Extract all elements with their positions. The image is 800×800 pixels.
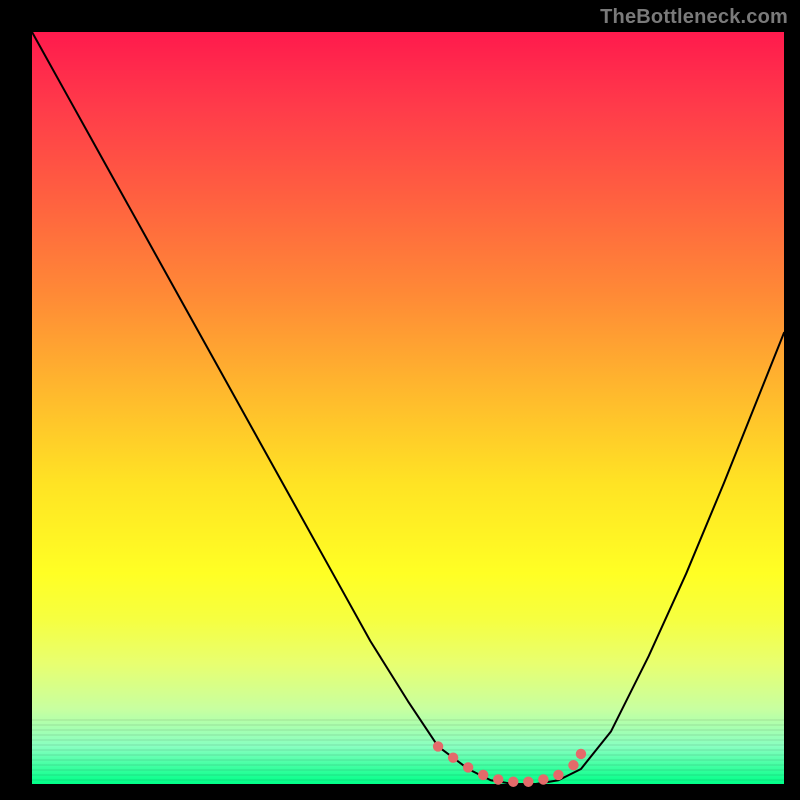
- highlight-dot: [448, 752, 458, 762]
- highlight-dot: [463, 762, 473, 772]
- highlight-dot: [478, 770, 488, 780]
- watermark-text: TheBottleneck.com: [600, 6, 788, 29]
- highlight-dot: [553, 770, 563, 780]
- highlight-dot: [433, 741, 443, 751]
- highlight-dot: [508, 777, 518, 787]
- bottleneck-curve: [32, 32, 784, 784]
- highlight-dot: [576, 749, 586, 759]
- highlight-dots: [433, 741, 586, 787]
- chart-frame: TheBottleneck.com: [0, 0, 800, 800]
- plot-area: [32, 32, 784, 784]
- curve-layer: [32, 32, 784, 784]
- highlight-dot: [568, 760, 578, 770]
- highlight-dot: [538, 774, 548, 784]
- highlight-dot: [523, 777, 533, 787]
- highlight-dot: [493, 774, 503, 784]
